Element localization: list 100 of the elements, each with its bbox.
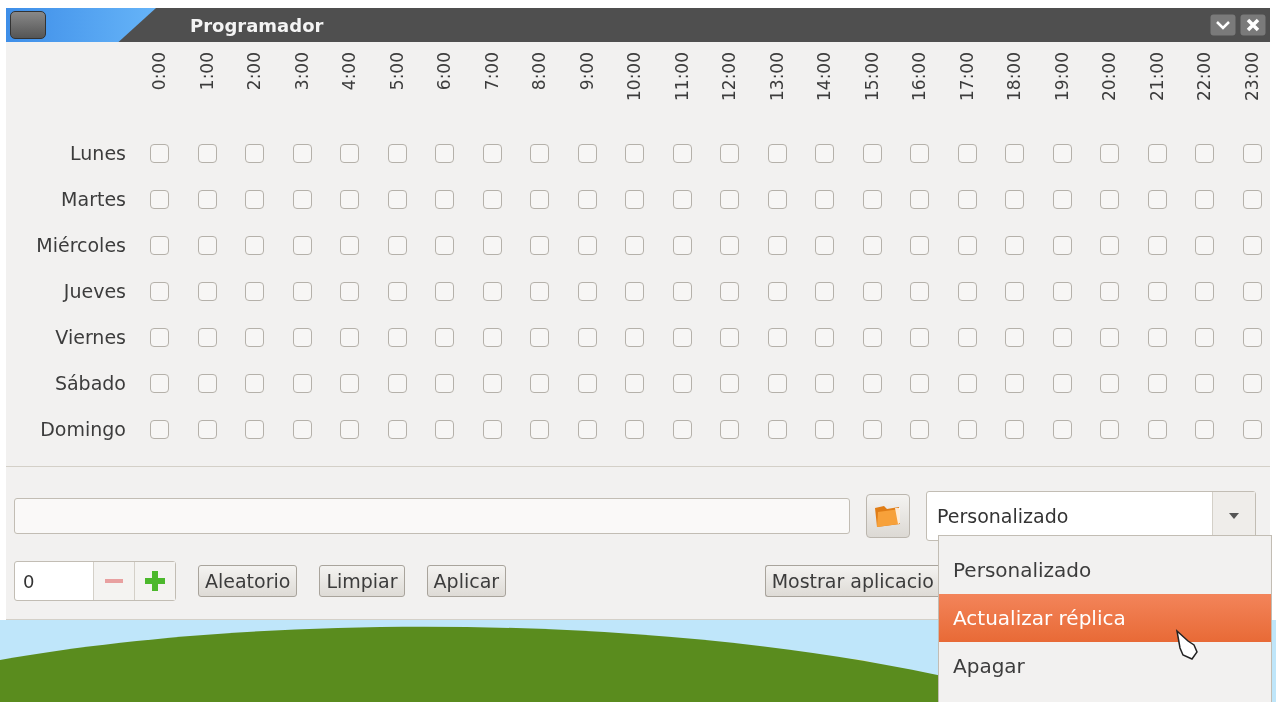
checkbox[interactable] xyxy=(862,281,882,301)
checkbox[interactable] xyxy=(1100,419,1120,439)
checkbox[interactable] xyxy=(150,281,170,301)
checkbox[interactable] xyxy=(767,281,787,301)
checkbox[interactable] xyxy=(720,235,740,255)
checkbox[interactable] xyxy=(292,235,312,255)
checkbox[interactable] xyxy=(1052,143,1072,163)
checkbox[interactable] xyxy=(720,327,740,347)
checkbox[interactable] xyxy=(1005,281,1025,301)
checkbox[interactable] xyxy=(672,281,692,301)
action-button[interactable]: Aplicar xyxy=(426,565,507,597)
checkbox[interactable] xyxy=(482,281,502,301)
checkbox[interactable] xyxy=(910,235,930,255)
checkbox[interactable] xyxy=(910,327,930,347)
checkbox[interactable] xyxy=(577,189,597,209)
checkbox[interactable] xyxy=(340,235,360,255)
checkbox[interactable] xyxy=(1242,419,1262,439)
checkbox[interactable] xyxy=(910,373,930,393)
checkbox[interactable] xyxy=(815,373,835,393)
checkbox[interactable] xyxy=(577,235,597,255)
checkbox[interactable] xyxy=(482,419,502,439)
show-app-button[interactable]: Mostrar aplicacio xyxy=(764,565,940,597)
checkbox[interactable] xyxy=(150,373,170,393)
checkbox[interactable] xyxy=(197,143,217,163)
checkbox[interactable] xyxy=(387,419,407,439)
checkbox[interactable] xyxy=(245,281,265,301)
checkbox[interactable] xyxy=(910,143,930,163)
checkbox[interactable] xyxy=(1242,235,1262,255)
checkbox[interactable] xyxy=(435,189,455,209)
checkbox[interactable] xyxy=(577,373,597,393)
checkbox[interactable] xyxy=(1052,235,1072,255)
checkbox[interactable] xyxy=(625,419,645,439)
checkbox[interactable] xyxy=(435,143,455,163)
checkbox[interactable] xyxy=(150,419,170,439)
checkbox[interactable] xyxy=(625,373,645,393)
plus-icon[interactable] xyxy=(145,571,165,591)
checkbox[interactable] xyxy=(435,327,455,347)
checkbox[interactable] xyxy=(1242,373,1262,393)
checkbox[interactable] xyxy=(387,235,407,255)
checkbox[interactable] xyxy=(1242,327,1262,347)
checkbox[interactable] xyxy=(815,281,835,301)
checkbox[interactable] xyxy=(435,419,455,439)
checkbox[interactable] xyxy=(720,189,740,209)
checkbox[interactable] xyxy=(767,143,787,163)
checkbox[interactable] xyxy=(767,373,787,393)
close-icon[interactable] xyxy=(1240,14,1266,36)
checkbox[interactable] xyxy=(435,235,455,255)
checkbox[interactable] xyxy=(292,419,312,439)
checkbox[interactable] xyxy=(245,235,265,255)
checkbox[interactable] xyxy=(720,373,740,393)
checkbox[interactable] xyxy=(340,327,360,347)
checkbox[interactable] xyxy=(1195,281,1215,301)
checkbox[interactable] xyxy=(720,143,740,163)
action-button[interactable]: Limpiar xyxy=(319,565,405,597)
window-menu-button[interactable] xyxy=(10,11,46,39)
checkbox[interactable] xyxy=(482,189,502,209)
checkbox[interactable] xyxy=(530,235,550,255)
checkbox[interactable] xyxy=(957,419,977,439)
checkbox[interactable] xyxy=(1147,281,1167,301)
checkbox[interactable] xyxy=(292,373,312,393)
checkbox[interactable] xyxy=(387,143,407,163)
checkbox[interactable] xyxy=(245,419,265,439)
checkbox[interactable] xyxy=(197,189,217,209)
checkbox[interactable] xyxy=(435,373,455,393)
checkbox[interactable] xyxy=(340,281,360,301)
checkbox[interactable] xyxy=(1147,419,1167,439)
checkbox[interactable] xyxy=(292,281,312,301)
checkbox[interactable] xyxy=(672,419,692,439)
checkbox[interactable] xyxy=(957,327,977,347)
checkbox[interactable] xyxy=(815,143,835,163)
checkbox[interactable] xyxy=(862,235,882,255)
checkbox[interactable] xyxy=(625,281,645,301)
checkbox[interactable] xyxy=(1052,189,1072,209)
checkbox[interactable] xyxy=(482,373,502,393)
checkbox[interactable] xyxy=(1242,143,1262,163)
checkbox[interactable] xyxy=(292,189,312,209)
checkbox[interactable] xyxy=(1100,373,1120,393)
checkbox[interactable] xyxy=(910,419,930,439)
checkbox[interactable] xyxy=(672,373,692,393)
checkbox[interactable] xyxy=(815,419,835,439)
minus-icon[interactable] xyxy=(105,578,123,584)
checkbox[interactable] xyxy=(482,143,502,163)
checkbox[interactable] xyxy=(150,143,170,163)
checkbox[interactable] xyxy=(292,143,312,163)
checkbox[interactable] xyxy=(197,373,217,393)
checkbox[interactable] xyxy=(862,327,882,347)
checkbox[interactable] xyxy=(387,281,407,301)
checkbox[interactable] xyxy=(625,235,645,255)
checkbox[interactable] xyxy=(1147,327,1167,347)
checkbox[interactable] xyxy=(530,373,550,393)
checkbox[interactable] xyxy=(577,281,597,301)
checkbox[interactable] xyxy=(1242,281,1262,301)
checkbox[interactable] xyxy=(1005,327,1025,347)
checkbox[interactable] xyxy=(482,327,502,347)
checkbox[interactable] xyxy=(197,327,217,347)
checkbox[interactable] xyxy=(245,143,265,163)
checkbox[interactable] xyxy=(767,327,787,347)
checkbox[interactable] xyxy=(1005,235,1025,255)
checkbox[interactable] xyxy=(672,327,692,347)
dropdown-option[interactable]: Apagar xyxy=(939,642,1271,690)
